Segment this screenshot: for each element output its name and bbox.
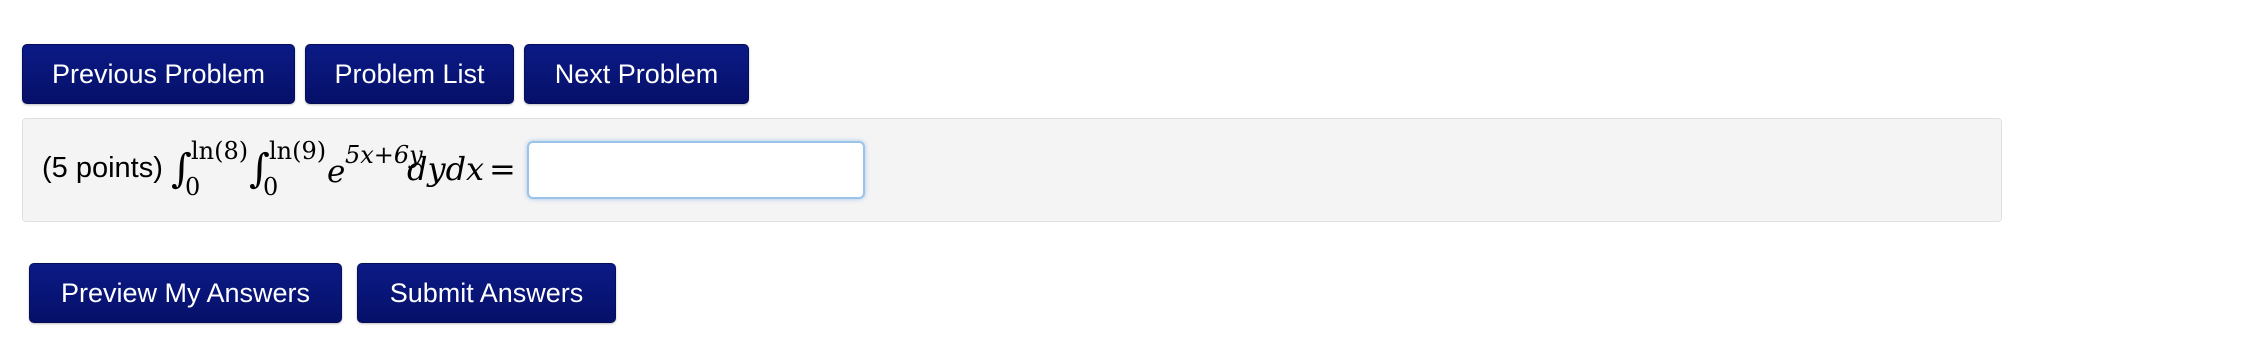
differentials: dydx	[407, 150, 485, 188]
answer-input[interactable]	[527, 141, 865, 199]
inner-lower-limit: 0	[263, 173, 279, 201]
integrand-base: e	[327, 154, 346, 190]
points-label: (5 points)	[42, 152, 163, 184]
problem-list-button[interactable]: Problem List	[305, 44, 514, 104]
equals-sign: =	[489, 150, 516, 188]
submit-answers-button[interactable]: Submit Answers	[357, 263, 616, 323]
preview-answers-button[interactable]: Preview My Answers	[29, 263, 342, 323]
previous-problem-button[interactable]: Previous Problem	[22, 44, 295, 104]
problem-panel: (5 points) ∫ ln(8) 0 ∫ ln(9) 0 e 5x+6y d…	[22, 118, 2002, 222]
next-problem-button[interactable]: Next Problem	[524, 44, 749, 104]
inner-upper-limit: ln(9)	[269, 137, 327, 165]
outer-upper-limit: ln(8)	[191, 137, 249, 165]
outer-lower-limit: 0	[185, 173, 201, 201]
